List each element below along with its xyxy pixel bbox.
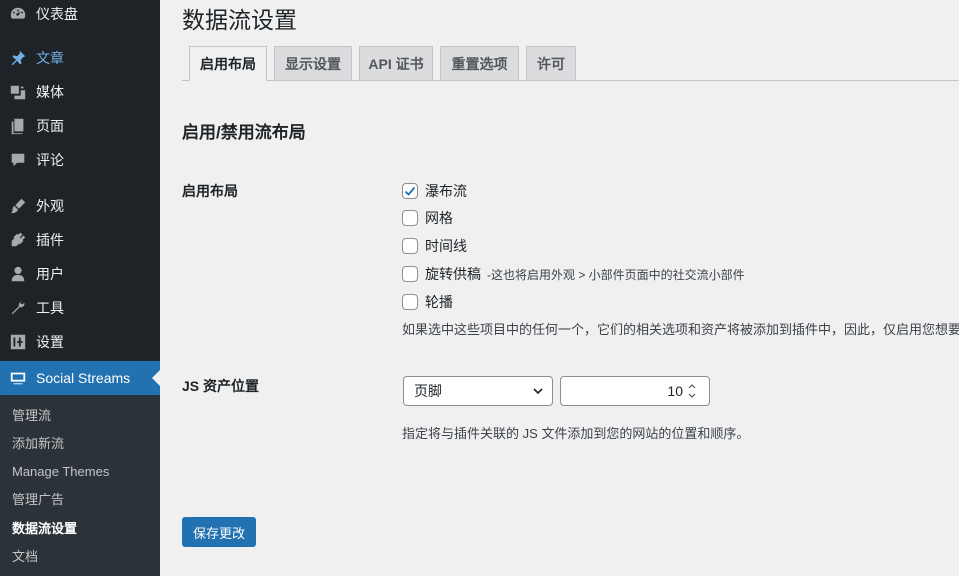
dashboard-icon: [8, 4, 28, 24]
section-heading: 启用/禁用流布局: [182, 123, 306, 142]
input-value: 10: [667, 383, 683, 399]
plugin-icon: [8, 230, 28, 250]
checkbox-checked[interactable]: [402, 183, 418, 199]
option-label: 时间线: [425, 238, 467, 254]
admin-sidebar: 仪表盘 文章 媒体 页面 评论 外观 插件 用户 工具 设置 Social St…: [0, 0, 160, 576]
save-changes-button[interactable]: 保存更改: [182, 517, 256, 547]
menu-label: 评论: [36, 152, 64, 168]
page-icon: [8, 116, 28, 136]
comment-icon: [8, 150, 28, 170]
layout-option-rotating-feed[interactable]: 旋转供稿 -这也将启用外观 > 小部件页面中的社交流小部件: [402, 264, 745, 284]
menu-label: 用户: [36, 266, 64, 282]
menu-label: 插件: [36, 232, 64, 248]
settings-icon: [8, 332, 28, 352]
tab-display-settings[interactable]: 显示设置: [274, 46, 352, 81]
page-title: 数据流设置: [182, 7, 297, 33]
select-value: 页脚: [414, 383, 442, 399]
layout-option-timeline[interactable]: 时间线: [402, 236, 467, 256]
menu-media[interactable]: 媒体: [0, 75, 160, 109]
app-window: 仪表盘 文章 媒体 页面 评论 外观 插件 用户 工具 设置 Social St…: [0, 0, 959, 576]
number-spinner[interactable]: [687, 383, 697, 399]
menu-users[interactable]: 用户: [0, 257, 160, 291]
user-icon: [8, 264, 28, 284]
option-note: -这也将启用外观 > 小部件页面中的社交流小部件: [487, 267, 745, 282]
menu-label: 外观: [36, 198, 64, 214]
menu-settings[interactable]: 设置: [0, 325, 160, 359]
menu-label: 页面: [36, 118, 64, 134]
submenu-item-manage-themes[interactable]: Manage Themes: [12, 462, 109, 482]
menu-label: 工具: [36, 300, 64, 316]
appearance-icon: [8, 196, 28, 216]
option-label: 旋转供稿: [425, 266, 481, 282]
tab-enable-layouts[interactable]: 启用布局: [189, 46, 267, 81]
wrench-icon: [8, 298, 28, 318]
checkmark-icon: [404, 186, 416, 196]
menu-label: 设置: [36, 334, 64, 350]
pin-icon: [8, 48, 28, 68]
js-order-input[interactable]: 10: [560, 376, 710, 406]
layout-option-grid[interactable]: 网格: [402, 208, 453, 228]
social-streams-icon: [8, 368, 28, 388]
layout-option-masonry[interactable]: 瀑布流: [402, 181, 467, 201]
chevron-down-icon: [533, 388, 543, 395]
menu-label: 文章: [36, 50, 64, 66]
checkbox[interactable]: [402, 266, 418, 282]
menu-appearance[interactable]: 外观: [0, 189, 160, 223]
submenu-item-add-stream[interactable]: 添加新流: [12, 434, 64, 454]
menu-label: 媒体: [36, 84, 64, 100]
spinner-up-icon[interactable]: [687, 383, 697, 390]
menu-pages[interactable]: 页面: [0, 109, 160, 143]
layout-option-carousel[interactable]: 轮播: [402, 292, 453, 312]
menu-comments[interactable]: 评论: [0, 143, 160, 177]
checkbox[interactable]: [402, 238, 418, 254]
menu-label: 仪表盘: [36, 6, 78, 22]
submenu-item-manage-streams[interactable]: 管理流: [12, 406, 51, 426]
social-streams-submenu: 管理流 添加新流 Manage Themes 管理广告 数据流设置 文档: [0, 395, 160, 576]
menu-social-streams[interactable]: Social Streams: [0, 361, 160, 395]
layouts-description: 如果选中这些项目中的任何一个，它们的相关选项和资产将被添加到插件中，因此，仅启用…: [402, 322, 959, 337]
menu-plugins[interactable]: 插件: [0, 223, 160, 257]
menu-tools[interactable]: 工具: [0, 291, 160, 325]
media-icon: [8, 82, 28, 102]
menu-label: Social Streams: [36, 370, 131, 386]
option-label: 瀑布流: [425, 183, 467, 199]
submenu-item-stream-settings[interactable]: 数据流设置: [12, 519, 77, 539]
layouts-field-label: 启用布局: [182, 183, 238, 199]
spinner-down-icon[interactable]: [687, 392, 697, 399]
option-label: 轮播: [425, 294, 453, 310]
tab-license[interactable]: 许可: [526, 46, 576, 81]
submenu-item-docs[interactable]: 文档: [12, 547, 38, 567]
js-assets-description: 指定将与插件关联的 JS 文件添加到您的网站的位置和顺序。: [402, 426, 750, 441]
tab-api-credentials[interactable]: API 证书: [359, 46, 433, 81]
checkbox[interactable]: [402, 294, 418, 310]
menu-dashboard[interactable]: 仪表盘: [0, 0, 160, 31]
option-label: 网格: [425, 210, 453, 226]
js-assets-field-label: JS 资产位置: [182, 378, 260, 394]
menu-posts[interactable]: 文章: [0, 41, 160, 75]
tab-reset-options[interactable]: 重置选项: [440, 46, 519, 81]
checkbox[interactable]: [402, 210, 418, 226]
submenu-item-manage-ads[interactable]: 管理广告: [12, 490, 64, 510]
js-position-select[interactable]: 页脚: [403, 376, 553, 406]
